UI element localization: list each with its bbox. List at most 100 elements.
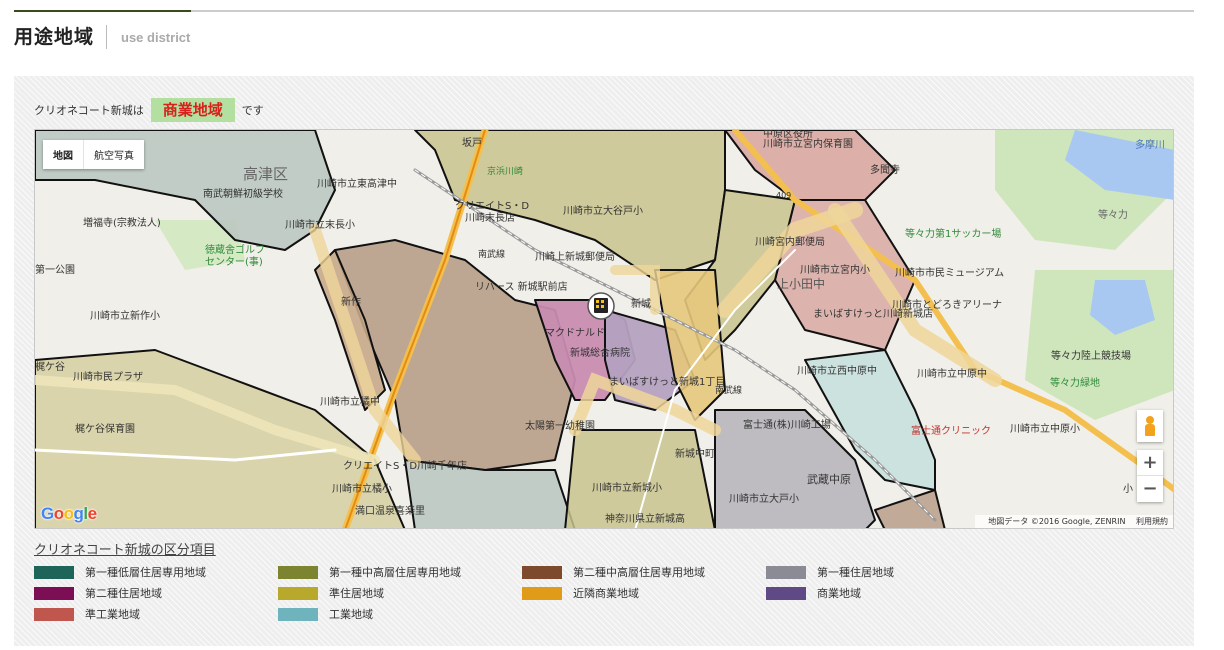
zoom-control[interactable]: + − [1137,450,1163,502]
map-label: 川崎市立新城小 [592,481,662,494]
map-label: 川崎市立東高津中 [317,177,397,190]
zoning-map[interactable]: 高津区 坂戸 京浜川崎 中原区役所 川崎市立宮内保育園 南武朝鮮初級学校 川崎市… [34,129,1174,529]
google-logo-letter: o [53,504,64,523]
legend-item: 準工業地域 [34,607,140,621]
legend-swatch [34,565,74,579]
map-label: 等々力緑地 [1050,376,1100,389]
legend-label: 準住居地域 [329,587,384,600]
legend-item: 商業地域 [766,586,861,600]
map-label: 川崎市市民ミュージアム [895,266,1004,279]
map-label: 川崎市立橘中 [320,395,380,408]
legend-item: 第一種低層住居専用地域 [34,565,206,579]
map-label: 南武線 [715,384,742,396]
map-label: 川崎市立宮内保育園 [763,137,853,150]
map-label: 満口温泉喜楽里 [355,504,425,517]
map-type-control[interactable]: 地図 航空写真 [43,140,144,169]
property-marker[interactable] [587,292,615,320]
pegman-body [1145,424,1155,436]
legend-title: クリオネコート新城の区分項目 [34,543,216,558]
map-type-roadmap-button[interactable]: 地図 [43,140,84,169]
legend-label: 第二種中高層住居専用地域 [573,566,705,579]
map-canvas[interactable]: 高津区 坂戸 京浜川崎 中原区役所 川崎市立宮内保育園 南武朝鮮初級学校 川崎市… [35,130,1174,529]
map-label: 川崎市立新作小 [90,309,160,322]
legend-label: 準工業地域 [85,608,140,621]
legend-swatch [766,565,806,579]
zoning-status: クリオネコート新城は 商業地域 です [34,98,264,122]
map-label: 川崎市立宮内小 [800,263,870,276]
map-label: 川崎上新城郵便局 [535,250,615,263]
legend-swatch [278,607,318,621]
map-label: 川崎市立橘小 [332,482,392,495]
zoom-out-button[interactable]: − [1137,476,1163,502]
status-suffix: です [241,104,264,117]
legend-swatch [34,586,74,600]
legend-item: 近隣商業地域 [522,586,639,600]
map-label: 等々力陸上競技場 [1051,349,1131,362]
map-attribution: 地図データ ©2016 Google, ZENRIN 利用規約 [975,515,1173,528]
map-label: 新城 [631,297,651,310]
terms-link[interactable]: 利用規約 [1136,517,1168,526]
section-header: 用途地域 use district [14,24,190,50]
map-label: 川崎市立西中原中 [797,364,877,377]
map-label: 新城中町 [675,447,715,460]
map-label: 川崎市立大谷戸小 [563,204,643,217]
legend-swatch [278,586,318,600]
legend-item: 第一種住居地域 [766,565,894,579]
map-label: 川崎末長店 [465,211,515,224]
map-label: 川崎市立大戸小 [729,492,799,505]
google-logo-letter: o [63,504,74,523]
map-label: 409 [776,191,791,200]
legend-swatch [766,586,806,600]
map-label: 徳蔵舎ゴルフ [205,243,265,256]
map-label: 坂戸 [462,137,482,149]
map-label: 小 [1123,483,1133,495]
street-view-pegman-icon[interactable] [1137,410,1163,442]
map-label: 武蔵中原 [807,473,851,486]
map-label: 南武線 [478,248,505,260]
legend-item: 工業地域 [278,607,373,621]
legend-swatch [34,607,74,621]
map-label: 等々力第1サッカー場 [905,227,1001,240]
map-label: 富士通(株)川崎工場 [743,418,831,431]
legend-item: 準住居地域 [278,586,384,600]
legend-label: 近隣商業地域 [573,587,639,600]
header-rule [14,10,1194,12]
map-label: 新城総合病院 [570,346,630,359]
map-label: 川崎宮内郵便局 [755,235,825,248]
map-label: 第一公園 [35,263,75,276]
map-label: 増福寺(宗教法人) [83,216,161,229]
legend-label: 工業地域 [329,608,373,621]
map-label: 川崎市民プラザ [73,370,143,383]
map-label: 等々力 [1098,208,1128,221]
map-label: 多摩川 [1135,138,1165,151]
legend-swatch [278,565,318,579]
map-label: マクドナルド [545,327,605,339]
map-label: 梶ケ谷保育園 [75,422,135,435]
legend-label: 第二種住居地域 [85,587,162,600]
zoom-in-button[interactable]: + [1137,450,1163,476]
page-subtitle: use district [121,29,191,45]
map-label: まいばすけっと新城1丁目 [609,375,725,388]
map-label: 多聞寺 [870,163,900,176]
map-label: 南武朝鮮初級学校 [203,187,283,200]
status-prefix: クリオネコート新城は [34,104,144,117]
map-label: 川崎市立中原中 [917,367,987,380]
google-logo-letter: G [41,504,54,523]
map-label: 太陽第一幼稚園 [525,419,595,432]
map-label: 富士通クリニック [911,424,991,437]
pegman-head [1146,416,1154,424]
legend-swatch [522,565,562,579]
map-label: まいばすけっと川崎新城店 [813,307,933,320]
map-label: 梶ケ谷 [35,360,65,373]
map-label: 川崎市立末長小 [285,218,355,231]
map-label: 新作 [341,295,361,308]
legend-item: 第二種住居地域 [34,586,162,600]
legend-swatch [522,586,562,600]
legend-label: 第一種住居地域 [817,566,894,579]
legend-label: 第一種低層住居専用地域 [85,566,206,579]
map-type-satellite-button[interactable]: 航空写真 [84,140,144,169]
page-title: 用途地域 [14,25,108,49]
map-label: クリエイトS・D [455,200,529,212]
map-label: 神奈川県立新城高 [605,512,685,525]
header-rule-accent [14,10,191,12]
